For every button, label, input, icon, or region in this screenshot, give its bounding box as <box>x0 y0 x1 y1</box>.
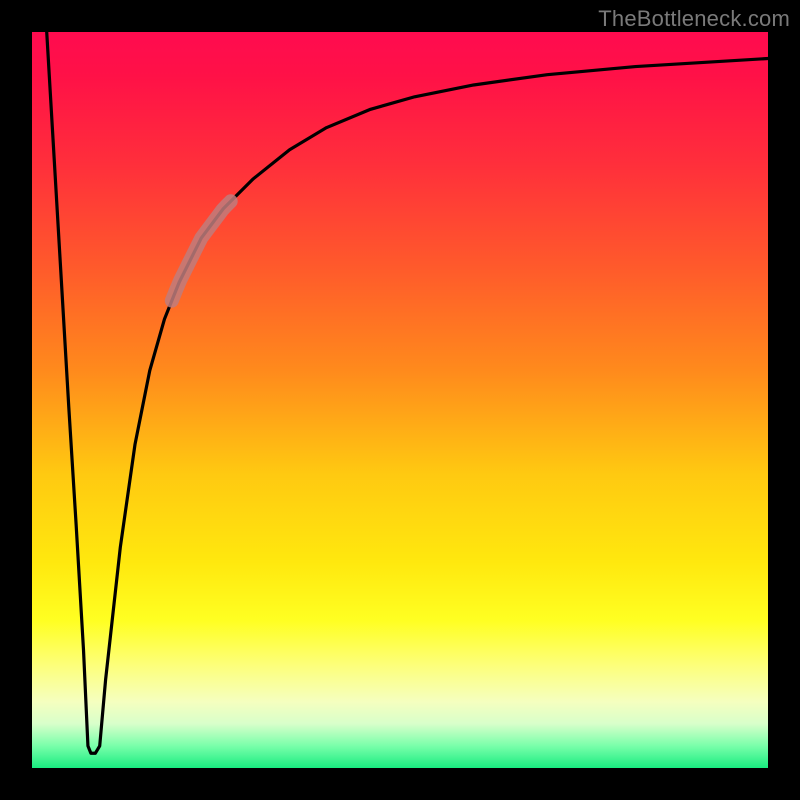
highlight-segment <box>172 201 231 300</box>
watermark-text: TheBottleneck.com <box>598 6 790 32</box>
chart-stage: TheBottleneck.com <box>0 0 800 800</box>
plot-area <box>32 32 768 768</box>
bottleneck-curve <box>47 32 768 753</box>
curve-layer <box>32 32 768 768</box>
